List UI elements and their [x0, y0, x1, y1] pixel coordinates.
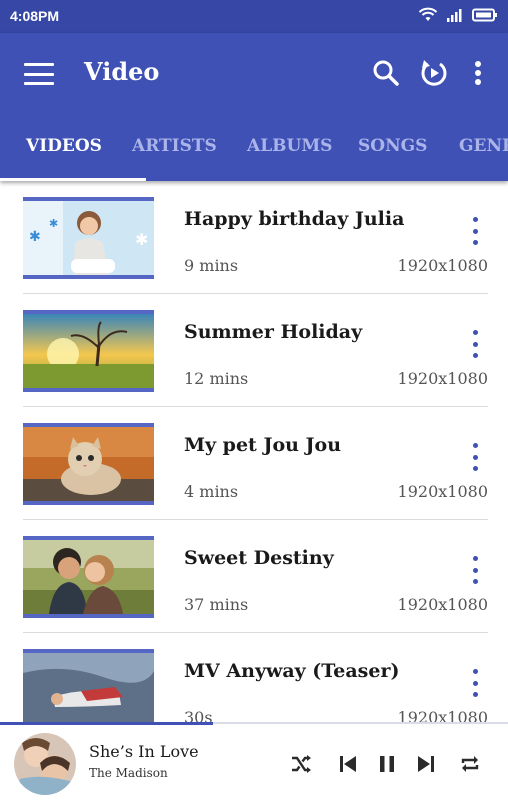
video-thumbnail[interactable]: ✱ ✱ ✱: [23, 197, 154, 279]
tab-videos[interactable]: VIDEOS: [26, 128, 102, 181]
menu-icon[interactable]: [22, 59, 56, 89]
wifi-icon: [418, 7, 438, 21]
status-time: 4:08PM: [10, 8, 60, 24]
shuffle-icon[interactable]: [289, 752, 313, 776]
app-bar: Video VIDEOS ARTISTS ALBUMS SONGS GENR: [0, 33, 508, 181]
svg-text:✱: ✱: [49, 217, 58, 230]
battery-icon: [472, 8, 497, 22]
repeat-icon[interactable]: [458, 752, 482, 776]
video-resolution: 1920x1080: [397, 369, 488, 388]
svg-text:✱: ✱: [29, 229, 41, 245]
tab-genres[interactable]: GENR: [459, 128, 508, 181]
search-icon[interactable]: [370, 57, 402, 89]
page-title: Video: [84, 57, 160, 86]
now-playing-artist: The Madison: [89, 766, 168, 780]
video-thumbnail[interactable]: [23, 423, 154, 505]
status-icons: [418, 7, 498, 23]
video-title: MV Anyway (Teaser): [184, 660, 400, 682]
item-more-icon[interactable]: [464, 328, 486, 360]
status-bar: 4:08PM: [0, 0, 508, 33]
list-item[interactable]: ✱ ✱ ✱ Happy birthday Julia 9 mins 1920x1…: [0, 181, 508, 294]
pause-icon[interactable]: [375, 752, 399, 776]
video-duration: 4 mins: [184, 482, 239, 501]
tab-songs[interactable]: SONGS: [358, 128, 427, 181]
video-thumbnail[interactable]: [23, 536, 154, 618]
mini-player[interactable]: She’s In Love The Madison: [0, 722, 508, 800]
tab-artists[interactable]: ARTISTS: [132, 128, 217, 181]
replay-icon[interactable]: [418, 57, 450, 89]
more-vert-icon[interactable]: [462, 57, 494, 89]
video-resolution: 1920x1080: [397, 256, 488, 275]
list-item[interactable]: Sweet Destiny 37 mins 1920x1080: [0, 520, 508, 633]
tab-albums[interactable]: ALBUMS: [247, 128, 332, 181]
video-thumbnail[interactable]: [23, 310, 154, 392]
previous-icon[interactable]: [336, 752, 360, 776]
video-duration: 12 mins: [184, 369, 249, 388]
item-more-icon[interactable]: [464, 667, 486, 699]
list-item[interactable]: Summer Holiday 12 mins 1920x1080: [0, 294, 508, 407]
item-more-icon[interactable]: [464, 441, 486, 473]
video-resolution: 1920x1080: [397, 482, 488, 501]
signal-icon: [447, 9, 462, 22]
next-icon[interactable]: [414, 752, 438, 776]
video-thumbnail[interactable]: [23, 649, 154, 731]
video-duration: 37 mins: [184, 595, 249, 614]
now-playing-title: She’s In Love: [89, 742, 199, 761]
tab-bar: VIDEOS ARTISTS ALBUMS SONGS GENR: [0, 128, 508, 181]
list-item[interactable]: My pet Jou Jou 4 mins 1920x1080: [0, 407, 508, 520]
video-duration: 9 mins: [184, 256, 239, 275]
video-title: Happy birthday Julia: [184, 208, 405, 230]
video-title: Sweet Destiny: [184, 547, 334, 569]
video-title: My pet Jou Jou: [184, 434, 342, 456]
playback-progress-bar[interactable]: [0, 722, 214, 725]
album-art[interactable]: [14, 733, 76, 795]
svg-text:✱: ✱: [135, 230, 148, 249]
item-more-icon[interactable]: [464, 215, 486, 247]
video-resolution: 1920x1080: [397, 595, 488, 614]
video-title: Summer Holiday: [184, 321, 363, 343]
item-more-icon[interactable]: [464, 554, 486, 586]
